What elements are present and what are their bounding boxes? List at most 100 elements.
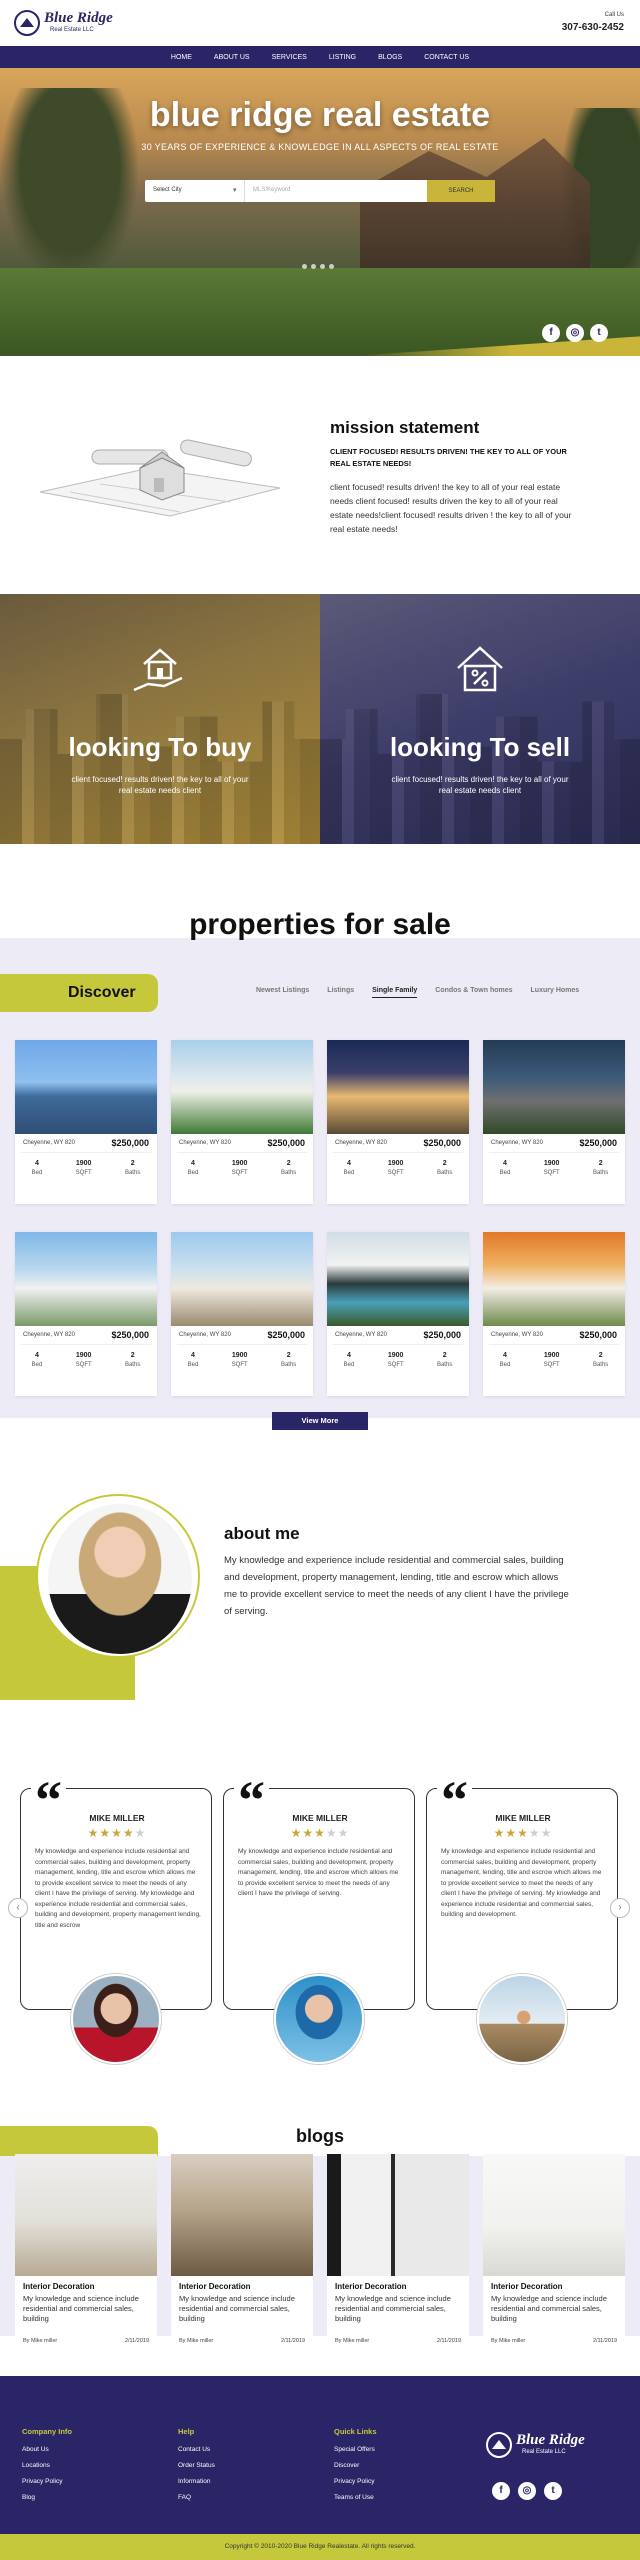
baths-stat: 2 Baths xyxy=(125,1352,140,1368)
hero-social-links: f ◎ t xyxy=(542,324,608,342)
blog-date: 2/11/2019 xyxy=(124,2338,149,2344)
view-more-button[interactable]: View More xyxy=(272,1412,368,1430)
property-photo[interactable] xyxy=(15,1232,157,1326)
footer-link[interactable]: Locations xyxy=(22,2462,72,2469)
footer-link[interactable]: Privacy Policy xyxy=(22,2478,72,2485)
bed-count: 4 xyxy=(503,1352,507,1359)
site-header: Blue Ridge Real Estate LLC Call Us 307-6… xyxy=(0,0,640,46)
footer-link[interactable]: Special Offers xyxy=(334,2446,377,2453)
property-card[interactable]: Cheyenne, WY 820 $250,000 4 Bed 1900 SQFT 2 Bat… xyxy=(15,1232,157,1396)
footer-link[interactable]: FAQ xyxy=(178,2494,215,2501)
property-photo[interactable] xyxy=(327,1232,469,1326)
instagram-icon[interactable]: ◎ xyxy=(566,324,584,342)
city-select[interactable]: Select City xyxy=(145,180,245,202)
nav-listing[interactable]: LISTING xyxy=(329,54,356,61)
blog-image[interactable] xyxy=(483,2154,625,2276)
instagram-icon[interactable]: ◎ xyxy=(518,2482,536,2500)
blog-image[interactable] xyxy=(171,2154,313,2276)
footer-link[interactable]: Privacy Policy xyxy=(334,2478,377,2485)
baths-count: 2 xyxy=(286,1160,291,1167)
property-price: $250,000 xyxy=(267,1138,305,1148)
phone-number[interactable]: 307-630-2452 xyxy=(562,22,624,33)
property-card[interactable]: Cheyenne, WY 820 $250,000 4 Bed 1900 SQFT 2 Bat… xyxy=(15,1040,157,1204)
property-card[interactable]: Cheyenne, WY 820 $250,000 4 Bed 1900 SQFT 2 Bat… xyxy=(483,1040,625,1204)
keyword-search-input[interactable]: MLS/Keyword xyxy=(245,180,427,202)
testimonial-next-arrow[interactable]: › xyxy=(610,1898,630,1918)
property-card[interactable]: Cheyenne, WY 820 $250,000 4 Bed 1900 SQFT 2 Bat… xyxy=(171,1040,313,1204)
property-photo[interactable] xyxy=(483,1232,625,1326)
looking-to-buy-panel[interactable]: looking To buy client focused! results d… xyxy=(0,594,320,844)
blog-card[interactable]: Interior Decoration My knowledge and scie… xyxy=(171,2154,313,2350)
blog-image[interactable] xyxy=(15,2154,157,2276)
search-button[interactable]: SEARCH xyxy=(427,180,495,202)
tab-listings[interactable]: Listings xyxy=(327,987,354,998)
about-heading: about me xyxy=(224,1524,300,1543)
testimonial-prev-arrow[interactable]: ‹ xyxy=(8,1898,28,1918)
footer-link[interactable]: Order Status xyxy=(178,2462,215,2469)
blog-title[interactable]: Interior Decoration xyxy=(335,2282,407,2291)
blog-card[interactable]: Interior Decoration My knowledge and scie… xyxy=(327,2154,469,2350)
property-photo[interactable] xyxy=(171,1040,313,1134)
nav-about-us[interactable]: ABOUT US xyxy=(214,54,250,61)
card-divider xyxy=(21,1152,151,1153)
property-card[interactable]: Cheyenne, WY 820 $250,000 4 Bed 1900 SQFT 2 Bat… xyxy=(171,1232,313,1396)
main-nav: HOME ABOUT US SERVICES LISTING BLOGS CON… xyxy=(0,46,640,68)
tab-newest-listings[interactable]: Newest Listings xyxy=(256,987,309,998)
blueprint-house-illustration xyxy=(39,439,281,517)
looking-to-sell-panel[interactable]: looking To sell client focused! results … xyxy=(320,594,640,844)
property-card[interactable]: Cheyenne, WY 820 $250,000 4 Bed 1900 SQFT 2 Bat… xyxy=(483,1232,625,1396)
property-location: Cheyenne, WY 820 xyxy=(335,1140,387,1146)
property-photo[interactable] xyxy=(327,1040,469,1134)
testimonial-avatar xyxy=(274,1974,364,2064)
blog-title[interactable]: Interior Decoration xyxy=(23,2282,95,2291)
bed-stat: 4 Bed xyxy=(32,1352,43,1368)
facebook-icon[interactable]: f xyxy=(542,324,560,342)
footer-link[interactable]: Blog xyxy=(22,2494,72,2501)
slider-dot[interactable] xyxy=(320,264,325,269)
baths-count: 2 xyxy=(598,1352,603,1359)
footer-link[interactable]: Contact Us xyxy=(178,2446,215,2453)
blog-card[interactable]: Interior Decoration My knowledge and scie… xyxy=(15,2154,157,2350)
nav-contact-us[interactable]: CONTACT US xyxy=(424,54,469,61)
nav-home[interactable]: HOME xyxy=(171,54,192,61)
star-rating: ★★★★★ xyxy=(290,1826,350,1840)
blog-date: 2/11/2019 xyxy=(280,2338,305,2344)
footer-link[interactable]: Discover xyxy=(334,2462,377,2469)
slider-dot[interactable] xyxy=(302,264,307,269)
testimonial-text: My knowledge and experience include resi… xyxy=(441,1848,602,1918)
twitter-icon[interactable]: t xyxy=(590,324,608,342)
property-photo[interactable] xyxy=(15,1040,157,1134)
mission-lead: CLIENT FOCUSED! RESULTS DRIVEN! THE KEY … xyxy=(330,447,567,468)
slider-dot[interactable] xyxy=(329,264,334,269)
blog-title[interactable]: Interior Decoration xyxy=(179,2282,251,2291)
nav-blogs[interactable]: BLOGS xyxy=(378,54,402,61)
baths-unit: Baths xyxy=(280,1362,297,1368)
facebook-icon[interactable]: f xyxy=(492,2482,510,2500)
footer-logo[interactable]: Blue Ridge Real Estate LLC xyxy=(486,2430,596,2460)
footer-link[interactable]: Teams of Use xyxy=(334,2494,377,2501)
nav-services[interactable]: SERVICES xyxy=(272,54,307,61)
property-photo[interactable] xyxy=(483,1040,625,1134)
property-photo[interactable] xyxy=(171,1232,313,1326)
footer-link[interactable]: About Us xyxy=(22,2446,72,2453)
slider-dot[interactable] xyxy=(311,264,316,269)
twitter-icon[interactable]: t xyxy=(544,2482,562,2500)
tab-single-family[interactable]: Single Family xyxy=(372,987,418,998)
sqft-unit: SQFT xyxy=(543,1170,560,1176)
site-logo[interactable]: Blue Ridge Real Estate LLC xyxy=(14,8,124,38)
property-price: $250,000 xyxy=(579,1138,617,1148)
property-card[interactable]: Cheyenne, WY 820 $250,000 4 Bed 1900 SQFT 2 Bat… xyxy=(327,1232,469,1396)
property-price: $250,000 xyxy=(579,1330,617,1340)
blog-excerpt: My knowledge and science include residen… xyxy=(179,2294,295,2323)
tab-luxury-homes[interactable]: Luxury Homes xyxy=(531,987,580,998)
card-divider xyxy=(177,1344,307,1345)
bed-count: 4 xyxy=(35,1160,39,1167)
property-card[interactable]: Cheyenne, WY 820 $250,000 4 Bed 1900 SQFT 2 Bat… xyxy=(327,1040,469,1204)
tab-condos-town-homes[interactable]: Condos & Town homes xyxy=(435,987,512,998)
blog-card[interactable]: Interior Decoration My knowledge and scie… xyxy=(483,2154,625,2350)
city-street-image xyxy=(320,694,640,844)
baths-count: 2 xyxy=(130,1352,135,1359)
blog-image[interactable] xyxy=(327,2154,469,2276)
footer-link[interactable]: Information xyxy=(178,2478,215,2485)
blog-title[interactable]: Interior Decoration xyxy=(491,2282,563,2291)
